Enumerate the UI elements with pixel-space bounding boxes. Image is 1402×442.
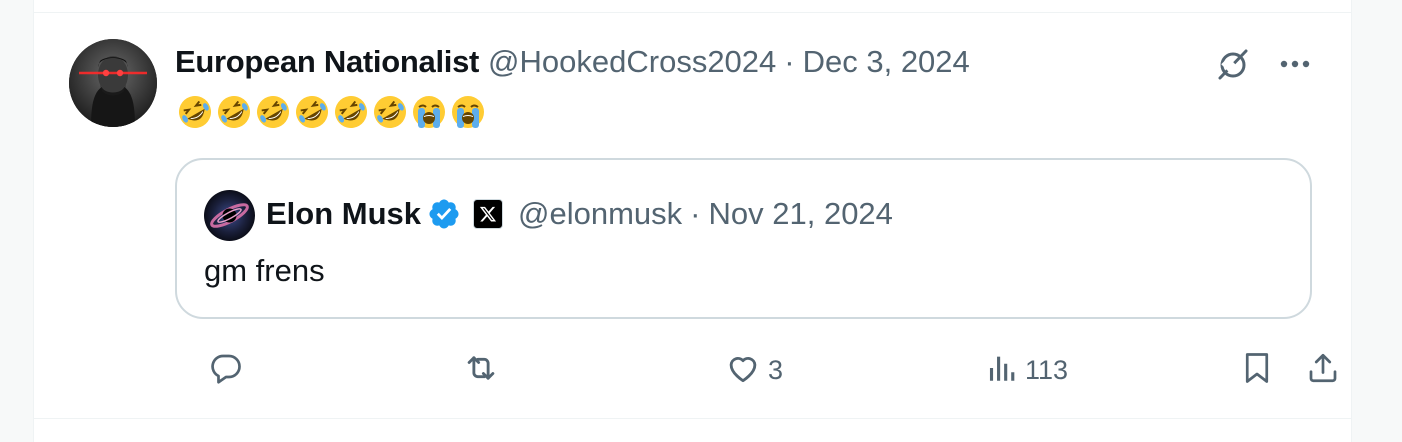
- verified-badge-icon[interactable]: [427, 197, 461, 231]
- like-count: 3: [768, 354, 784, 385]
- tweet-header: European Nationalist @HookedCross2024 · …: [175, 42, 970, 82]
- timeline-column: European Nationalist @HookedCross2024 · …: [33, 0, 1352, 442]
- rolling-on-floor-laughing-emoji: [292, 92, 331, 132]
- views-button[interactable]: 113: [985, 346, 1068, 394]
- author-display-name[interactable]: European Nationalist: [175, 44, 479, 80]
- retweet-button[interactable]: [462, 346, 506, 394]
- divider: [34, 418, 1351, 419]
- rolling-on-floor-laughing-emoji: [370, 92, 409, 132]
- separator-dot: ·: [690, 196, 701, 231]
- quoted-tweet-date[interactable]: Nov 21, 2024: [709, 196, 893, 232]
- quoted-author-display-name[interactable]: Elon Musk: [266, 196, 421, 232]
- more-options-icon[interactable]: [1275, 44, 1315, 84]
- quoted-tweet-text: gm frens: [204, 253, 325, 288]
- action-bar: 3 113: [175, 346, 1337, 394]
- grok-icon[interactable]: [1213, 44, 1253, 84]
- rolling-on-floor-laughing-emoji: [253, 92, 292, 132]
- quoted-avatar[interactable]: [204, 190, 255, 241]
- reply-icon: [208, 350, 244, 391]
- rolling-on-floor-laughing-emoji: [175, 92, 214, 132]
- analytics-icon: [985, 351, 1019, 390]
- divider: [34, 12, 1351, 13]
- rolling-on-floor-laughing-emoji: [214, 92, 253, 132]
- author-handle[interactable]: @HookedCross2024: [488, 44, 776, 80]
- share-icon: [1305, 349, 1341, 392]
- view-count: 113: [1025, 354, 1069, 385]
- bookmark-button[interactable]: [1239, 346, 1275, 394]
- rolling-on-floor-laughing-emoji: [331, 92, 370, 132]
- heart-icon: [724, 349, 762, 392]
- share-button[interactable]: [1305, 346, 1341, 394]
- loudly-crying-emoji: [409, 92, 448, 132]
- tweet-date[interactable]: Dec 3, 2024: [803, 44, 970, 80]
- separator-dot: ·: [784, 44, 795, 79]
- bookmark-icon: [1239, 349, 1275, 392]
- avatar-image: [69, 39, 157, 127]
- reply-button[interactable]: [208, 346, 250, 394]
- quoted-tweet-header: Elon Musk @elonmusk · Nov 21, 2024: [266, 193, 893, 235]
- like-button[interactable]: 3: [724, 346, 783, 394]
- quoted-tweet[interactable]: Elon Musk @elonmusk · Nov 21, 2024 gm fr…: [175, 158, 1312, 319]
- retweet-icon: [462, 349, 500, 392]
- tweet-text: [175, 92, 487, 132]
- x-logo-icon[interactable]: [473, 199, 504, 229]
- loudly-crying-emoji: [448, 92, 487, 132]
- quoted-author-handle[interactable]: @elonmusk: [518, 196, 682, 232]
- quoted-avatar-image: [204, 190, 255, 241]
- avatar[interactable]: [69, 39, 157, 127]
